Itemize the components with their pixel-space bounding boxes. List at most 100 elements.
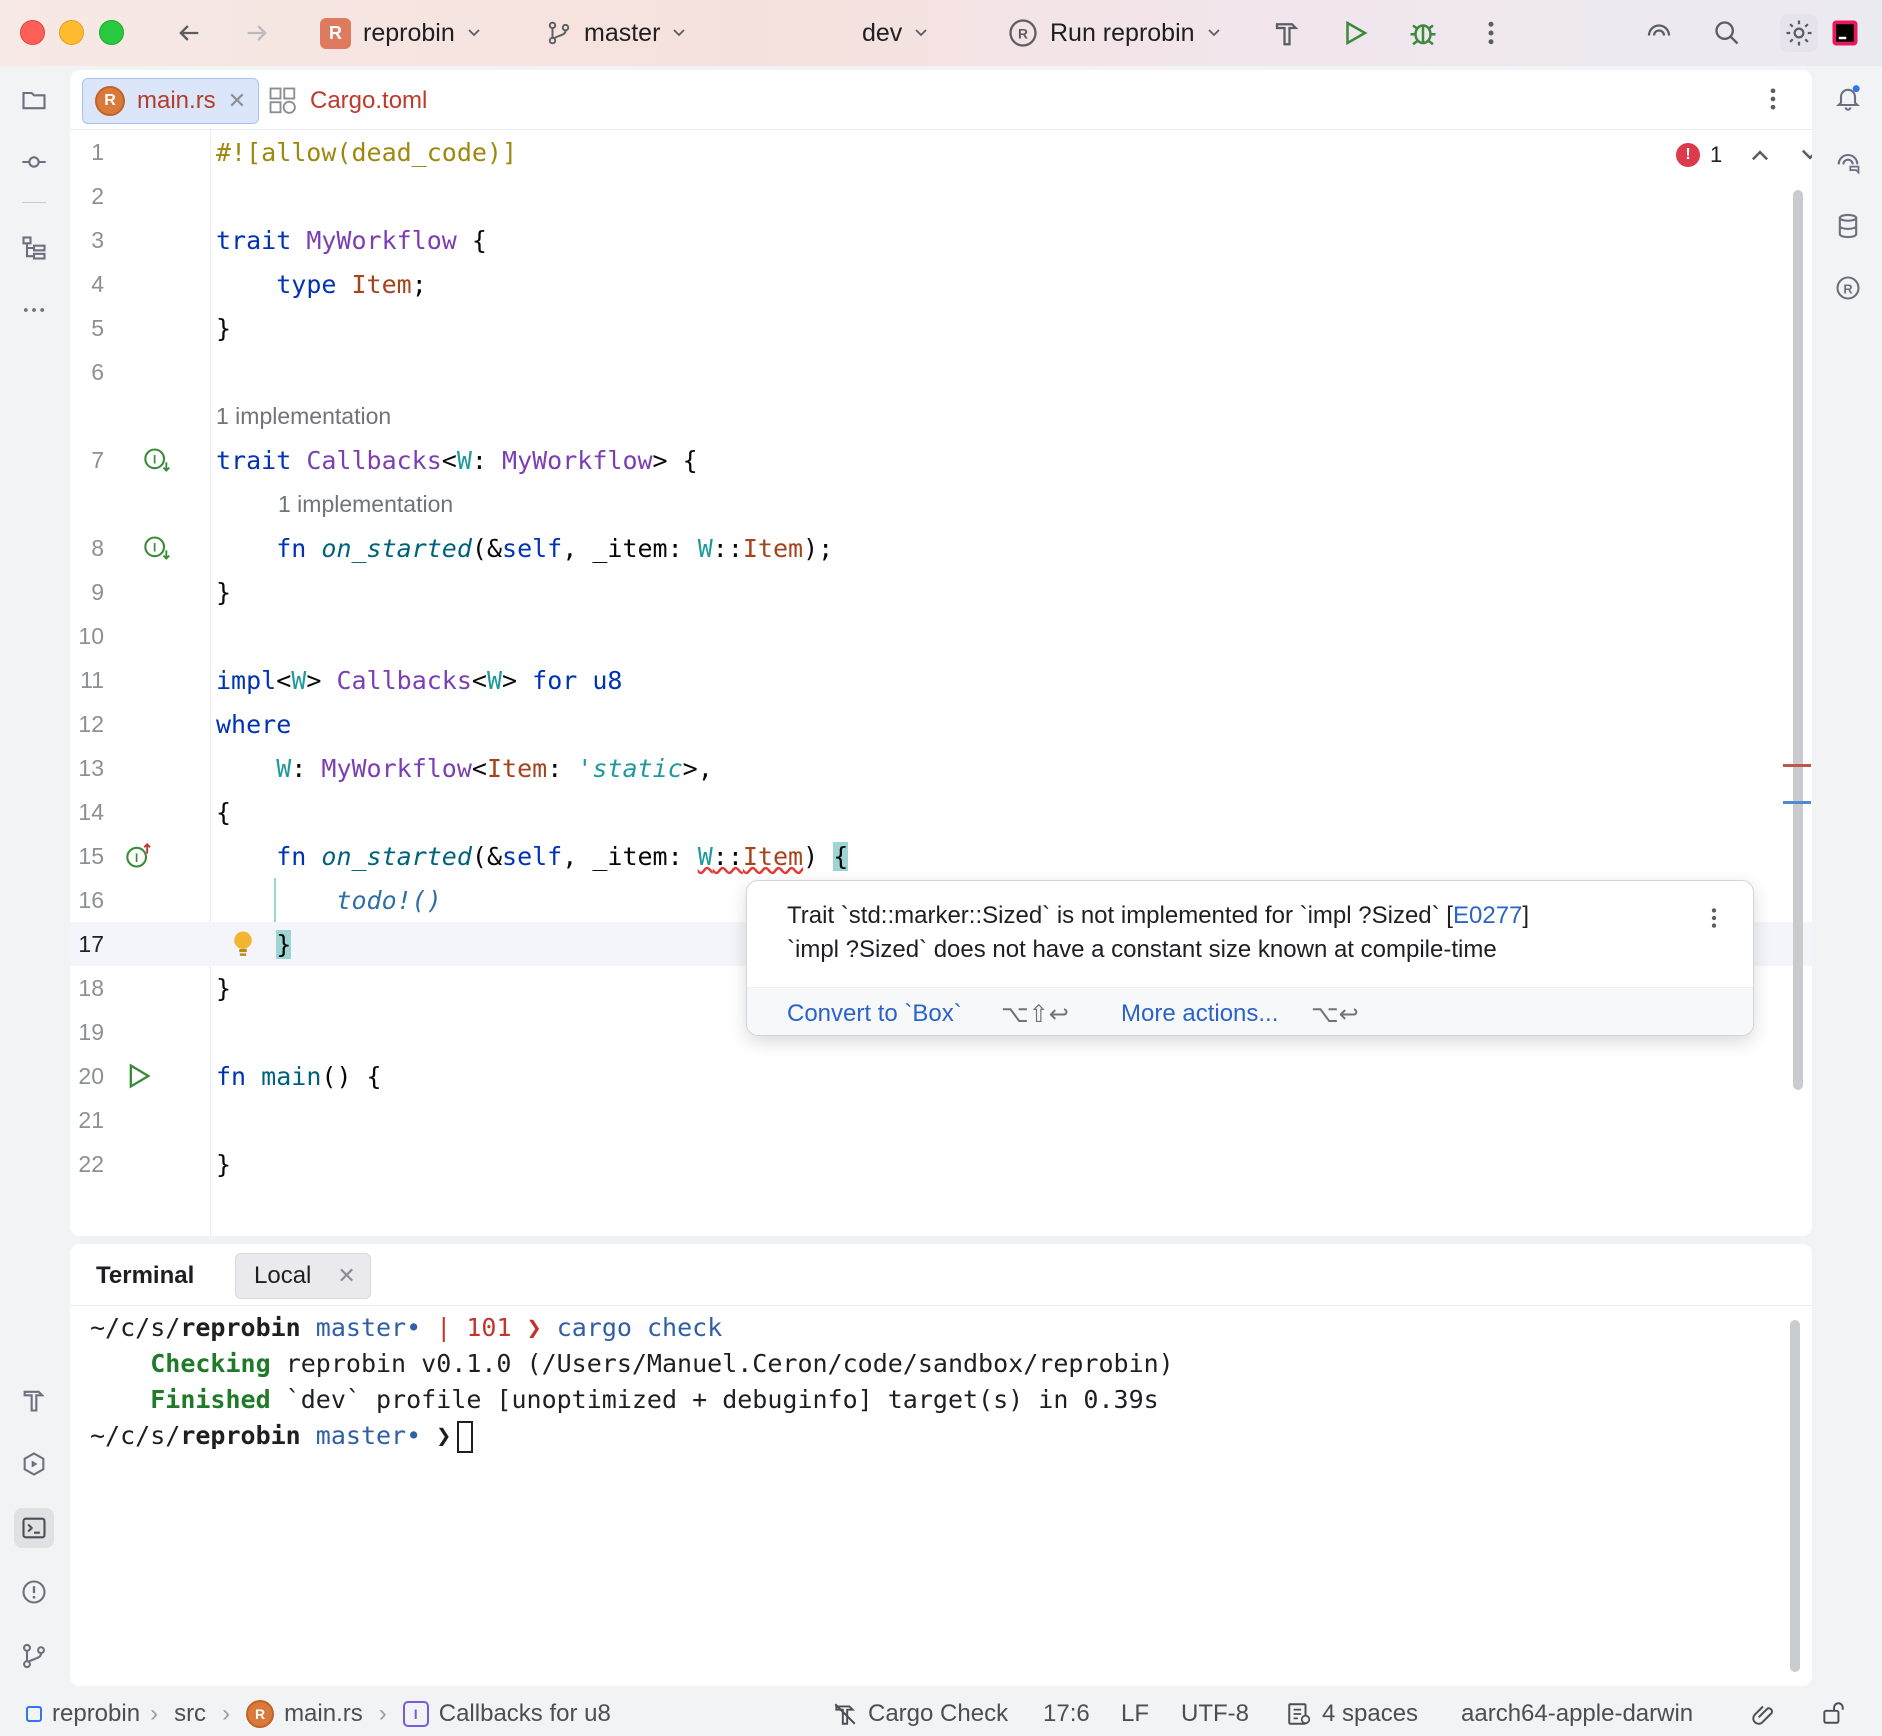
editor-scroll-thumb[interactable]	[1793, 190, 1803, 1090]
close-window-button[interactable]	[20, 20, 45, 45]
implemented-gutter-icon[interactable]: I	[142, 533, 172, 563]
tab-label: main.rs	[137, 87, 216, 114]
close-tab-icon[interactable]: ✕	[228, 88, 246, 114]
attach-icon[interactable]	[1750, 1700, 1776, 1726]
branch-selector[interactable]: master	[546, 0, 686, 66]
notifications-bell-icon[interactable]	[1828, 78, 1868, 118]
run-play-icon[interactable]	[1336, 14, 1374, 52]
database-icon[interactable]	[1828, 206, 1868, 246]
error-code-link[interactable]: E0277	[1453, 902, 1522, 929]
debug-bug-icon[interactable]	[1404, 14, 1442, 52]
search-icon[interactable]	[1708, 14, 1746, 52]
terminal-cursor	[457, 1421, 474, 1453]
implements-gutter-icon[interactable]: I	[124, 841, 154, 871]
code-line[interactable]: 7 I trait Callbacks<W: MyWorkflow> {	[70, 438, 1812, 482]
output-finished-label: Finished	[150, 1385, 271, 1414]
code-line[interactable]: 3 trait MyWorkflow {	[70, 218, 1812, 262]
caret-stripe-marker[interactable]	[1783, 801, 1811, 804]
chevron-down-icon	[673, 29, 686, 37]
build-hammer-icon[interactable]	[14, 1380, 54, 1420]
indent-widget[interactable]: 4 spaces	[1286, 1700, 1418, 1728]
read-only-lock-icon[interactable]	[1820, 1700, 1846, 1726]
svg-text:R: R	[1018, 27, 1028, 42]
forward-arrow-icon[interactable]	[238, 14, 276, 52]
convert-to-box-action[interactable]: Convert to `Box`	[787, 1000, 962, 1028]
back-arrow-icon[interactable]	[170, 14, 208, 52]
caret-position[interactable]: 17:6	[1043, 1700, 1090, 1728]
popup-more-icon[interactable]	[1701, 903, 1727, 940]
project-folder-icon[interactable]	[14, 80, 54, 120]
implemented-gutter-icon[interactable]: I	[142, 445, 172, 475]
jetbrains-logo-icon[interactable]	[1826, 14, 1864, 52]
svg-text:I: I	[153, 454, 156, 467]
ai-chat-icon[interactable]	[1828, 142, 1868, 182]
terminal-output[interactable]: ~/c/s/reprobin master• | 101 ❯ cargo che…	[90, 1310, 1174, 1454]
rust-icon[interactable]: R	[1828, 268, 1868, 308]
code-line[interactable]: 12 where	[70, 702, 1812, 746]
git-icon[interactable]	[14, 1636, 54, 1676]
project-selector[interactable]: R reprobin	[320, 0, 481, 66]
implementations-hint[interactable]: 1 implementation	[216, 403, 391, 430]
output-checking-text: reprobin v0.1.0 (/Users/Manuel.Ceron/cod…	[285, 1349, 1174, 1378]
terminal-scroll-thumb[interactable]	[1790, 1320, 1800, 1672]
tab-main-rs[interactable]: R main.rs ✕	[82, 78, 260, 124]
line-number: 22	[78, 1150, 104, 1177]
code-line[interactable]: 13 W: MyWorkflow<Item: 'static>,	[70, 746, 1812, 790]
target-triple[interactable]: aarch64-apple-darwin	[1461, 1700, 1693, 1728]
code-line[interactable]: 15 I fn on_started(&self, _item: W::Item…	[70, 834, 1812, 878]
terminal-tab-label: Local	[254, 1262, 312, 1289]
minimize-window-button[interactable]	[59, 20, 84, 45]
prompt-dir: reprobin	[180, 1313, 301, 1342]
run-config-selector[interactable]: R Run reprobin	[1008, 0, 1221, 66]
impl-icon: I	[402, 1701, 429, 1727]
chevron-down-icon	[915, 29, 927, 37]
file-encoding[interactable]: UTF-8	[1181, 1700, 1249, 1728]
code-line[interactable]: 2	[70, 174, 1812, 218]
line-number: 9	[91, 578, 104, 605]
code-line[interactable]: 8 I fn on_started(&self, _item: W::Item)…	[70, 526, 1812, 570]
breadcrumb-impl[interactable]: Callbacks for u8	[439, 1700, 611, 1728]
code-line[interactable]: 4 type Item;	[70, 262, 1812, 306]
code-area[interactable]: 1 #![allow(dead_code)] 2 3 trait MyWorkf…	[70, 130, 1812, 1236]
code-line[interactable]: 1 #![allow(dead_code)]	[70, 130, 1812, 174]
more-actions-link[interactable]: More actions...	[1121, 1000, 1278, 1028]
code-line[interactable]: 21	[70, 1098, 1812, 1142]
code-line[interactable]: 14 {	[70, 790, 1812, 834]
cargo-file-icon	[269, 87, 296, 114]
error-stripe-marker[interactable]	[1783, 764, 1811, 767]
ai-assistant-icon[interactable]	[1640, 14, 1678, 52]
code-line[interactable]: 6	[70, 350, 1812, 394]
code-line[interactable]: 20 fn main() {	[70, 1054, 1812, 1098]
terminal-scrollbar[interactable]	[1788, 1320, 1802, 1672]
cargo-check-widget[interactable]: Cargo Check	[832, 1700, 1008, 1728]
line-separator[interactable]: LF	[1121, 1700, 1149, 1728]
commit-icon[interactable]	[14, 142, 54, 182]
run-gutter-icon[interactable]	[124, 1061, 154, 1091]
terminal-tab-local[interactable]: Local ✕	[235, 1253, 371, 1299]
problems-icon[interactable]	[14, 1572, 54, 1612]
build-hammer-icon[interactable]	[1268, 14, 1306, 52]
services-icon[interactable]	[14, 1444, 54, 1484]
breadcrumb-file[interactable]: main.rs	[284, 1700, 363, 1728]
code-line[interactable]: 22 }	[70, 1142, 1812, 1186]
popup-actions: Convert to `Box` ⌥⇧↩ More actions... ⌥↩	[747, 987, 1753, 1035]
profile-selector[interactable]: dev	[862, 0, 928, 66]
terminal-icon[interactable]	[14, 1508, 54, 1548]
code-line[interactable]: 9 }	[70, 570, 1812, 614]
tabs-more-icon[interactable]	[1754, 80, 1792, 118]
breadcrumb-src[interactable]: src	[174, 1700, 206, 1728]
implementations-hint[interactable]: 1 implementation	[278, 491, 453, 518]
breadcrumb-project[interactable]: reprobin	[52, 1700, 140, 1728]
code-line[interactable]: 11 impl<W> Callbacks<W> for u8	[70, 658, 1812, 702]
zoom-window-button[interactable]	[99, 20, 124, 45]
code-text: }	[216, 973, 232, 1003]
more-vertical-icon[interactable]	[1472, 14, 1510, 52]
more-horizontal-icon[interactable]	[14, 290, 54, 330]
structure-icon[interactable]	[14, 228, 54, 268]
close-terminal-tab-icon[interactable]: ✕	[337, 1263, 355, 1289]
code-line[interactable]: 5 }	[70, 306, 1812, 350]
editor-scrollbar[interactable]	[1790, 130, 1804, 1170]
code-line[interactable]: 10	[70, 614, 1812, 658]
tab-cargo-toml[interactable]: Cargo.toml	[256, 78, 439, 124]
settings-gear-icon[interactable]	[1780, 14, 1818, 52]
